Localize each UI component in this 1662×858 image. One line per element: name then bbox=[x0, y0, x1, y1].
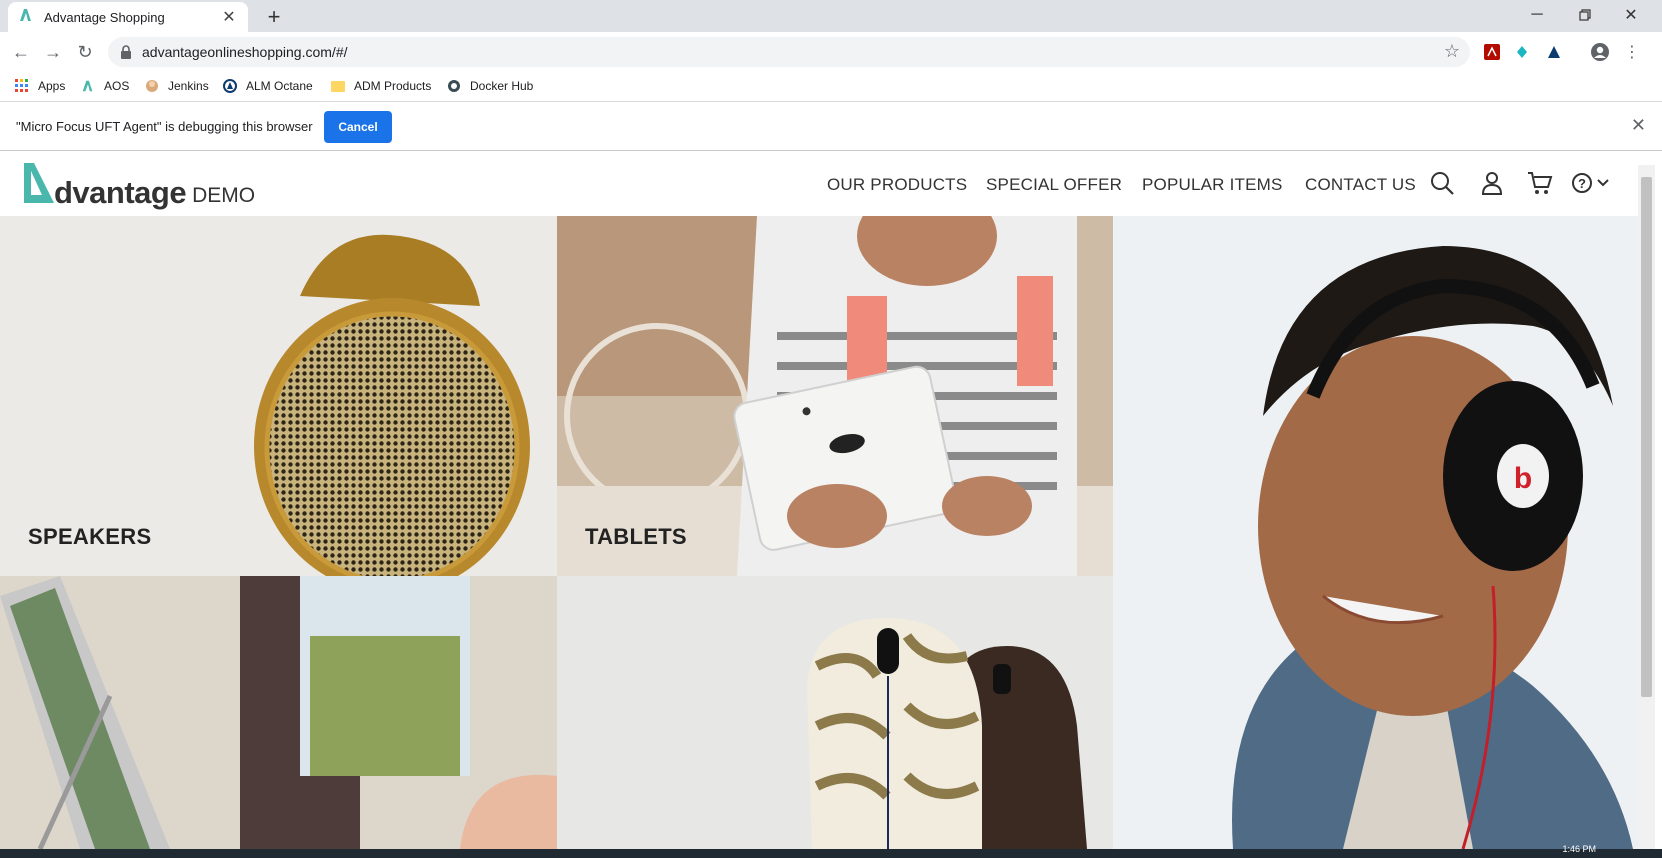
octane-extension-icon[interactable] bbox=[1544, 42, 1564, 62]
docker-icon bbox=[446, 78, 462, 94]
scrollbar-thumb[interactable] bbox=[1641, 177, 1652, 697]
category-laptops-tile[interactable] bbox=[0, 576, 557, 849]
category-headphones-tile[interactable]: b bbox=[1113, 216, 1638, 849]
category-speakers-tile[interactable]: SPEAKERS bbox=[0, 216, 557, 576]
bookmark-label: ADM Products bbox=[354, 79, 432, 93]
profile-icon[interactable] bbox=[1590, 42, 1610, 62]
category-tablets-tile[interactable]: TABLETS bbox=[557, 216, 1113, 576]
bookmarks-bar: Apps AOS Jenkins ALM Octane ADM Products… bbox=[0, 72, 1662, 102]
page-viewport: dvantage DEMO OUR PRODUCTS SPECIAL OFFER… bbox=[0, 151, 1662, 849]
lock-icon bbox=[120, 45, 132, 64]
category-mice-tile[interactable] bbox=[557, 576, 1113, 849]
infobar-text: "Micro Focus UFT Agent" is debugging thi… bbox=[16, 119, 313, 134]
jenkins-icon bbox=[144, 78, 160, 94]
bookmark-jenkins[interactable]: Jenkins bbox=[144, 78, 209, 94]
teal-extension-icon[interactable] bbox=[1512, 42, 1532, 62]
logo-word: dvantage bbox=[54, 175, 187, 210]
nav-special-offer[interactable]: SPECIAL OFFER bbox=[986, 175, 1122, 195]
octane-icon bbox=[222, 78, 238, 94]
svg-text:b: b bbox=[1514, 462, 1532, 495]
aos-icon bbox=[80, 78, 96, 94]
bookmark-adm-products[interactable]: ADM Products bbox=[330, 78, 431, 94]
os-taskbar: 1:46 PM bbox=[0, 844, 1662, 858]
bookmark-apps[interactable]: Apps bbox=[14, 78, 65, 94]
bookmark-label: Jenkins bbox=[168, 79, 209, 93]
close-tab-icon[interactable]: ✕ bbox=[220, 7, 238, 27]
site-logo[interactable]: dvantage DEMO bbox=[22, 161, 255, 210]
help-icon[interactable]: ? bbox=[1570, 169, 1614, 197]
tab-title: Advantage Shopping bbox=[44, 9, 165, 25]
bookmark-alm-octane[interactable]: ALM Octane bbox=[222, 78, 313, 94]
reload-icon[interactable]: ↻ bbox=[72, 39, 98, 65]
close-infobar-icon[interactable]: ✕ bbox=[1631, 115, 1646, 136]
nav-contact-us[interactable]: CONTACT US bbox=[1305, 175, 1416, 195]
bookmark-aos[interactable]: AOS bbox=[80, 78, 129, 94]
debugging-infobar: "Micro Focus UFT Agent" is debugging thi… bbox=[0, 103, 1662, 151]
menu-dots-icon[interactable]: ⋮ bbox=[1622, 42, 1642, 62]
cart-icon[interactable] bbox=[1526, 169, 1554, 197]
nav-our-products[interactable]: OUR PRODUCTS bbox=[827, 175, 967, 195]
page-scrollbar[interactable] bbox=[1638, 165, 1655, 849]
bookmark-docker-hub[interactable]: Docker Hub bbox=[446, 78, 533, 94]
category-label-speakers: SPEAKERS bbox=[28, 524, 152, 549]
apps-grid-icon bbox=[14, 78, 30, 94]
url-text: advantageonlineshopping.com/#/ bbox=[142, 44, 348, 60]
back-icon[interactable]: ← bbox=[8, 39, 34, 65]
tab-advantage-shopping[interactable]: Advantage Shopping ✕ bbox=[8, 2, 248, 32]
minimize-icon[interactable]: ─ bbox=[1514, 2, 1560, 28]
close-window-icon[interactable]: ✕ bbox=[1608, 2, 1654, 28]
bookmark-label: AOS bbox=[104, 79, 130, 93]
site-header: dvantage DEMO OUR PRODUCTS SPECIAL OFFER… bbox=[0, 151, 1638, 216]
search-icon[interactable] bbox=[1428, 169, 1456, 197]
new-tab-icon[interactable]: + bbox=[262, 4, 286, 30]
nav-popular-items[interactable]: POPULAR ITEMS bbox=[1142, 175, 1283, 195]
bookmark-label: Docker Hub bbox=[470, 79, 534, 93]
forward-icon[interactable]: → bbox=[40, 39, 66, 65]
bookmark-star-icon[interactable]: ☆ bbox=[1444, 41, 1460, 62]
cancel-debugging-button[interactable]: Cancel bbox=[324, 111, 392, 143]
aos-favicon-icon bbox=[18, 7, 34, 28]
category-label-tablets: TABLETS bbox=[585, 524, 687, 549]
advantage-logo-icon bbox=[22, 161, 56, 210]
logo-demo: DEMO bbox=[192, 184, 256, 207]
address-bar[interactable]: advantageonlineshopping.com/#/ ☆ bbox=[108, 37, 1470, 67]
pdf-extension-icon[interactable] bbox=[1482, 42, 1502, 62]
bookmark-label: Apps bbox=[38, 79, 66, 93]
tab-strip: Advantage Shopping ✕ + ─ ✕ bbox=[0, 0, 1662, 32]
folder-icon bbox=[330, 78, 346, 94]
browser-toolbar: ← → ↻ advantageonlineshopping.com/#/ ☆ ⋮ bbox=[0, 32, 1662, 72]
restore-icon[interactable] bbox=[1562, 2, 1608, 28]
svg-text:?: ? bbox=[1578, 176, 1586, 191]
user-icon[interactable] bbox=[1478, 169, 1506, 197]
taskbar-clock: 1:46 PM bbox=[1562, 844, 1596, 854]
bookmark-label: ALM Octane bbox=[246, 79, 313, 93]
